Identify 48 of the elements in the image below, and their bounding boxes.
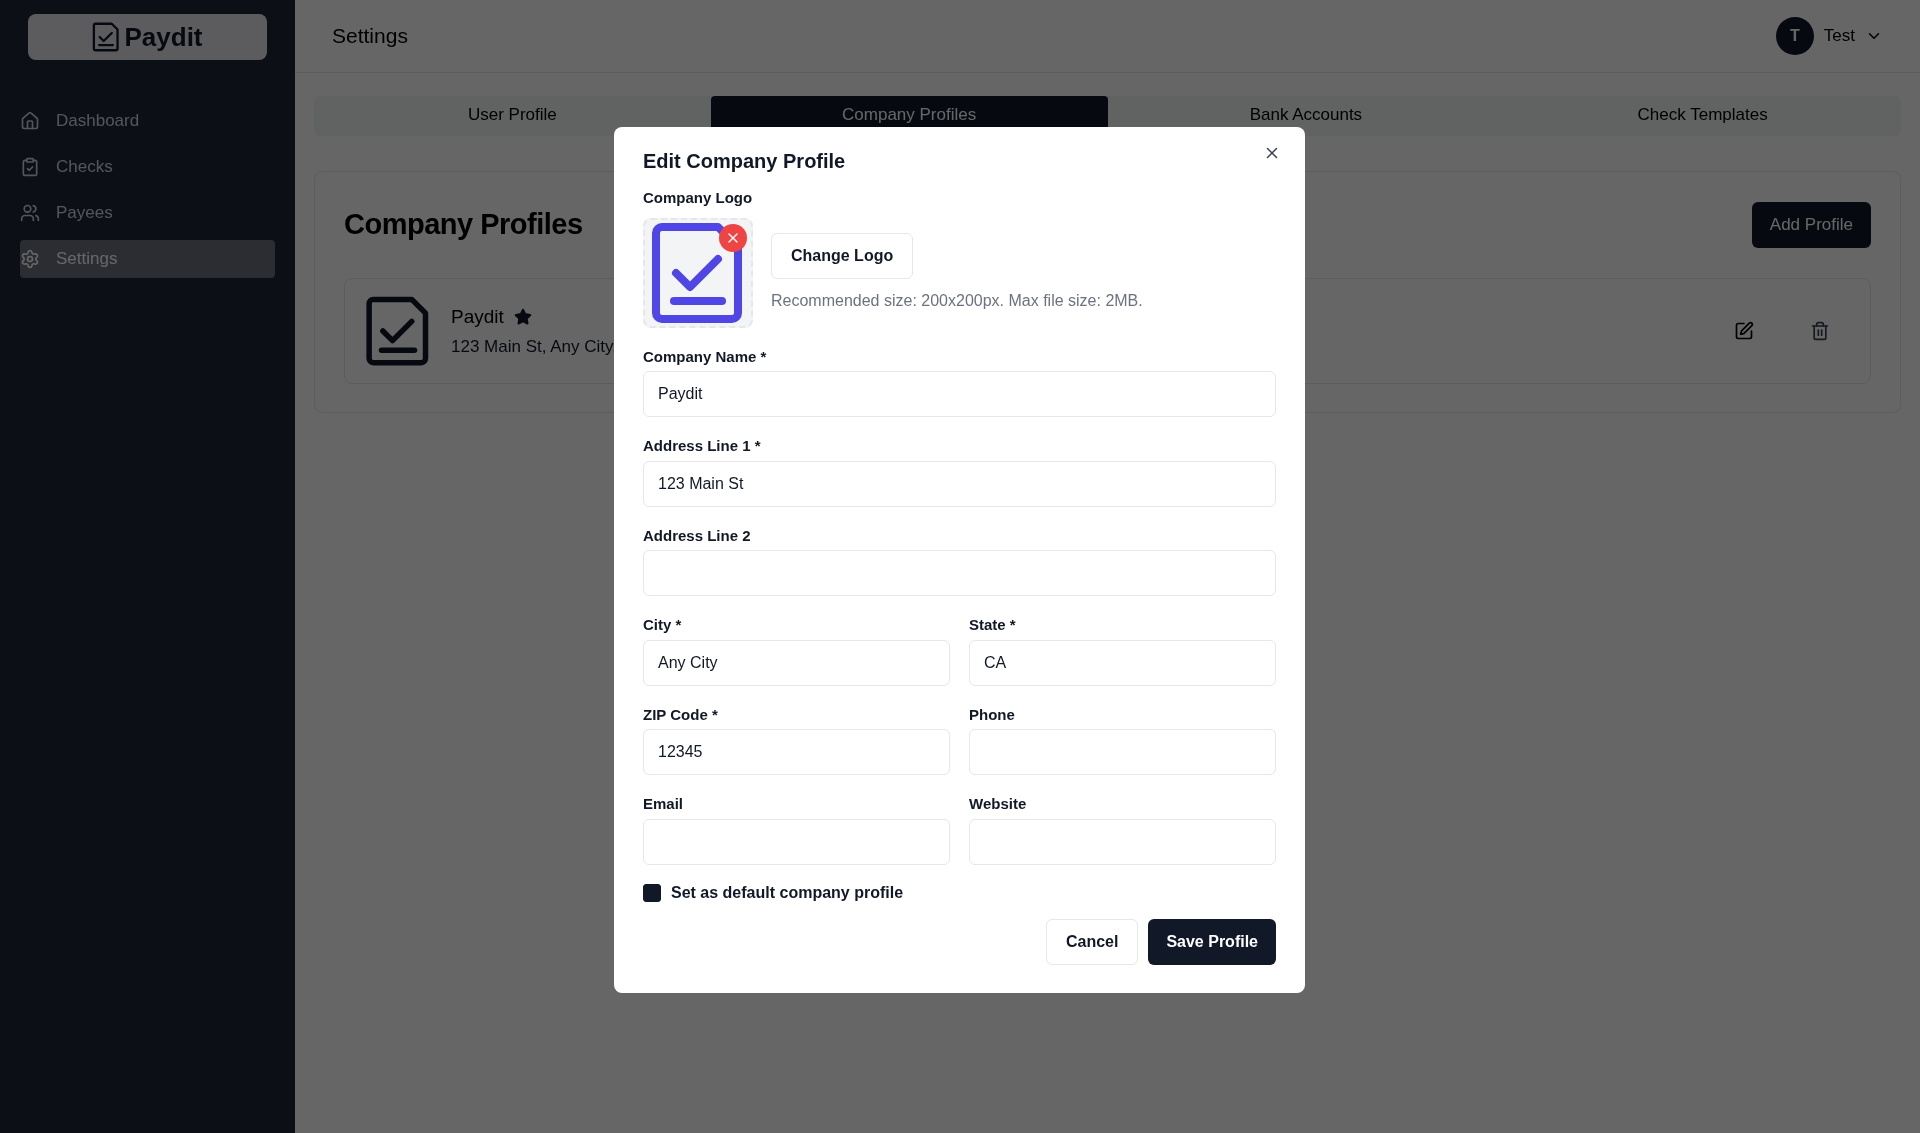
field-label: ZIP Code * xyxy=(643,704,718,725)
edit-icon[interactable] xyxy=(1734,321,1754,341)
nav-item[interactable]: Payees xyxy=(20,194,275,232)
profile-name: Paydit xyxy=(451,305,504,329)
logo-icon xyxy=(365,295,431,367)
page-title: Settings xyxy=(332,23,408,50)
input-field[interactable] xyxy=(969,818,1276,865)
logo-icon xyxy=(92,22,121,52)
tab[interactable]: Check Templates xyxy=(1504,96,1901,136)
input-field[interactable] xyxy=(643,818,950,865)
logo-hint: Recommended size: 200x200px. Max file size: 2MB. xyxy=(771,290,1143,311)
user-menu[interactable]: T Test xyxy=(1775,17,1883,55)
field-label: City * xyxy=(643,615,682,635)
input-field[interactable]: 123 Main St xyxy=(643,460,1276,507)
nav-item[interactable]: Checks xyxy=(20,148,275,186)
home-icon xyxy=(20,111,40,131)
tab[interactable]: User Profile xyxy=(314,96,711,136)
field-label: Address Line 2 xyxy=(643,525,751,546)
trash-icon[interactable] xyxy=(1810,321,1830,341)
input-field[interactable]: Any City xyxy=(643,639,950,686)
field-label: Email xyxy=(643,794,684,814)
logo-button[interactable]: Paydit xyxy=(28,14,267,60)
change-logo-button[interactable]: Change Logo xyxy=(771,232,914,279)
field-label: Company Logo xyxy=(643,188,753,208)
input-field[interactable] xyxy=(643,550,1276,596)
people-icon xyxy=(20,203,40,223)
dialog-title: Edit Company Profile xyxy=(643,149,846,174)
profile-address: 123 Main St, Any City, xyxy=(451,335,617,358)
remove-logo-button[interactable] xyxy=(719,223,747,252)
checkbox-label: Set as default company profile xyxy=(671,882,904,903)
input-field[interactable]: CA xyxy=(969,639,1276,686)
settings-icon xyxy=(20,249,40,269)
avatar: T xyxy=(1775,17,1814,55)
add-profile-button[interactable]: Add Profile xyxy=(1751,202,1871,248)
field-label: Website xyxy=(969,794,1027,814)
checkbox[interactable] xyxy=(643,883,661,902)
input-field[interactable]: 12345 xyxy=(643,729,950,775)
field-label: State * xyxy=(969,615,1016,635)
nav-item[interactable]: Dashboard xyxy=(20,102,275,140)
save-profile-button[interactable]: Save Profile xyxy=(1148,918,1276,965)
clipboard-icon xyxy=(20,157,40,177)
field-label: Company Name * xyxy=(643,346,767,367)
input-field[interactable]: Paydit xyxy=(643,371,1276,417)
input-field[interactable] xyxy=(969,729,1276,775)
field-label: Address Line 1 * xyxy=(643,436,761,456)
cancel-button[interactable]: Cancel xyxy=(1045,918,1139,965)
field-label: Phone xyxy=(969,704,1015,725)
section-title: Company Profiles xyxy=(344,207,583,243)
